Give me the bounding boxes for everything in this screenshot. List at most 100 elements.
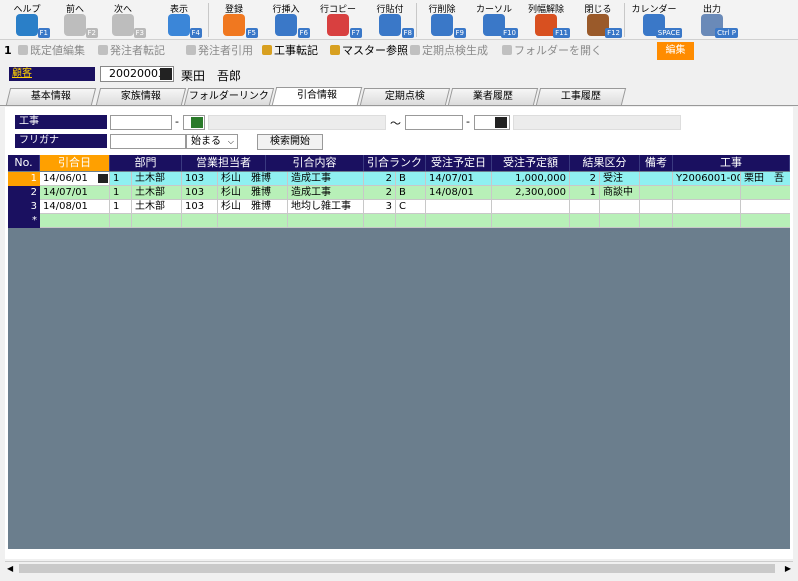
toolbar-button-8[interactable]: 行貼付 F8 [366,0,414,40]
construction-from-input[interactable] [110,115,172,130]
toolbar-button-6[interactable]: 行挿入 F6 [262,0,310,40]
table-row[interactable]: 3 14/08/01 1 土木部 103 杉山 雅博 地均し雑工事 3 C [8,200,790,214]
horizontal-scrollbar[interactable]: ◀ ▶ [5,561,793,575]
cell-rank-code[interactable]: 2 [364,172,396,186]
row-number[interactable]: * [8,214,40,228]
cell-content[interactable]: 造成工事 [288,172,364,186]
toolbar-button-2[interactable]: 前へ F2 [52,0,98,40]
cell-result[interactable]: 商談中 [600,186,640,200]
subbar-item-7[interactable]: フォルダーを開く [502,43,602,58]
cell-rank-code[interactable] [364,214,396,228]
cell-rank[interactable]: C [396,200,426,214]
cell-dept[interactable]: 土木部 [132,186,182,200]
toolbar-button-13[interactable]: カレンダー SPACE [626,0,682,40]
cell-amount[interactable]: 2,300,000 [492,186,570,200]
subbar-item-5[interactable]: マスター参照 [330,43,408,58]
cell-staff-code[interactable]: 103 [182,186,218,200]
cell-dept[interactable]: 土木部 [132,172,182,186]
cell-result-code[interactable] [570,200,600,214]
customer-code-field[interactable]: 20020003 [100,66,174,82]
cell-staff[interactable]: 杉山 雅博 [218,172,288,186]
cell-content[interactable] [288,214,364,228]
cell-result[interactable] [600,200,640,214]
cell-date[interactable] [40,214,110,228]
lookup-green-icon[interactable] [191,117,203,128]
table-row[interactable]: 1 14/06/01 1 土木部 103 杉山 雅博 造成工事 2 B 14/07/01 1,000… [8,172,790,186]
scroll-left-icon[interactable]: ◀ [7,564,13,573]
cell-order-date[interactable]: 14/07/01 [426,172,492,186]
cell-staff[interactable] [218,214,288,228]
cell-staff-code[interactable] [182,214,218,228]
toolbar-button-11[interactable]: 列幅解除 F11 [522,0,570,40]
cell-dept-code[interactable] [110,214,132,228]
toolbar-button-3[interactable]: 次へ F3 [100,0,146,40]
table-row[interactable]: 2 14/07/01 1 土木部 103 杉山 雅博 造成工事 2 B 14/08/01 2,300… [8,186,790,200]
cell-construction-code[interactable] [673,186,741,200]
cell-construction-code[interactable] [673,200,741,214]
row-number[interactable]: 2 [8,186,40,200]
cell-staff[interactable]: 杉山 雅博 [218,200,288,214]
cell-construction[interactable]: 栗田 吾 [741,172,790,186]
toolbar-button-12[interactable]: 閉じる F12 [574,0,622,40]
lookup-icon[interactable] [495,117,507,128]
cell-rank[interactable] [396,214,426,228]
cell-staff-code[interactable]: 103 [182,172,218,186]
grid-header-5[interactable]: 引合内容 [266,155,364,171]
cell-result[interactable]: 受注 [600,172,640,186]
row-number[interactable]: 3 [8,200,40,214]
toolbar-button-1[interactable]: ヘルプ F1 [4,0,50,40]
cell-order-date[interactable] [426,200,492,214]
cell-note[interactable] [640,172,673,186]
cell-amount[interactable]: 1,000,000 [492,172,570,186]
date-lookup-icon[interactable] [98,174,108,183]
cell-content[interactable]: 地均し雑工事 [288,200,364,214]
cell-construction[interactable] [741,214,790,228]
toolbar-button-10[interactable]: カーソル F10 [470,0,518,40]
lookup-icon[interactable] [160,68,172,80]
cell-construction-code[interactable] [673,214,741,228]
tab-4[interactable]: 引合情報 [271,87,363,105]
toolbar-button-7[interactable]: 行コピー F7 [314,0,362,40]
scroll-right-icon[interactable]: ▶ [785,564,791,573]
subbar-item-4[interactable]: 工事転記 [262,43,318,58]
cell-amount[interactable] [492,200,570,214]
cell-date[interactable]: 14/08/01 [40,200,110,214]
grid-header-7[interactable]: 受注予定日 [426,155,492,171]
toolbar-button-5[interactable]: 登録 F5 [210,0,258,40]
tab-3[interactable]: フォルダーリンク [183,88,275,105]
cell-result-code[interactable]: 2 [570,172,600,186]
toolbar-button-9[interactable]: 行削除 F9 [418,0,466,40]
grid-header-1[interactable]: No. [8,155,40,171]
cell-rank-code[interactable]: 2 [364,186,396,200]
cell-result-code[interactable] [570,214,600,228]
cell-amount[interactable] [492,214,570,228]
grid-header-11[interactable]: 工事 [673,155,790,171]
cell-result-code[interactable]: 1 [570,186,600,200]
toolbar-button-4[interactable]: 表示 F4 [156,0,202,40]
tab-7[interactable]: 工事履歴 [535,88,627,105]
cell-rank[interactable]: B [396,186,426,200]
row-number[interactable]: 1 [8,172,40,186]
tab-6[interactable]: 業者履歴 [447,88,539,105]
cell-note[interactable] [640,200,673,214]
grid-header-6[interactable]: 引合ランク [364,155,426,171]
cell-construction-code[interactable]: Y2006001-00 [673,172,741,186]
grid-header-4[interactable]: 営業担当者 [182,155,266,171]
cell-rank[interactable]: B [396,172,426,186]
grid-header-2[interactable]: 引合日 [40,155,110,171]
tab-5[interactable]: 定期点検 [359,88,451,105]
subbar-item-3[interactable]: 発注者引用 [186,43,253,58]
cell-dept-code[interactable]: 1 [110,200,132,214]
subbar-item-6[interactable]: 定期点検生成 [410,43,488,58]
cell-order-date[interactable]: 14/08/01 [426,186,492,200]
construction-to-input[interactable] [405,115,463,130]
match-mode-select[interactable]: 始まる ⌵ [186,134,238,149]
cell-construction[interactable] [741,186,790,200]
tab-2[interactable]: 家族情報 [95,88,187,105]
cell-date[interactable]: 14/07/01 [40,186,110,200]
scrollbar-thumb[interactable] [19,564,775,573]
cell-note[interactable] [640,214,673,228]
search-start-button[interactable]: 検索開始 [257,134,323,150]
grid-header-3[interactable]: 部門 [110,155,182,171]
subbar-item-1[interactable]: 既定値編集 [18,43,85,58]
